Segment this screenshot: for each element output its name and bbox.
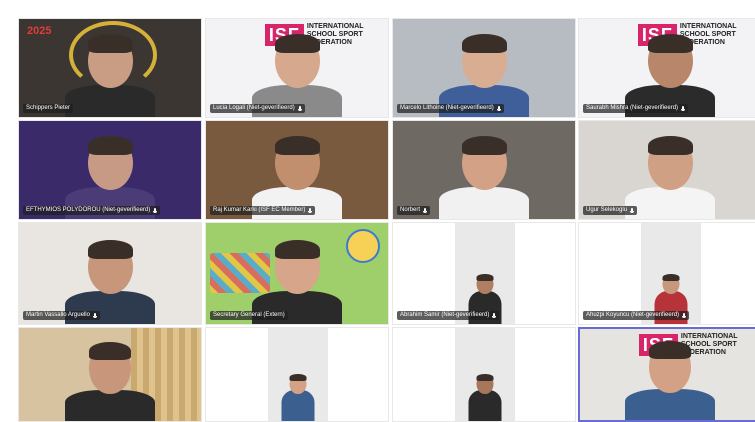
virtual-background-text: 2025 (27, 25, 52, 37)
participant-video (439, 134, 529, 219)
participant-name-label: Schippers Pieter (23, 104, 74, 113)
participant-name-label: Norbert (397, 206, 431, 215)
microphone-icon (308, 207, 313, 214)
participant-tile[interactable]: ISFINTERNATIONALSCHOOL SPORTFEDERATION (578, 327, 755, 422)
participant-tile[interactable]: Ugur Selekoglu (578, 120, 755, 220)
microphone-icon (423, 207, 428, 214)
participant-tile[interactable]: Secretary General (Extern) (205, 222, 389, 325)
participant-video (65, 340, 155, 421)
microphone-icon (496, 105, 501, 112)
participant-name: Marcelo Lithoine (Niet-geverifieerd) (400, 105, 494, 111)
microphone-icon (682, 312, 687, 319)
participant-video (468, 340, 502, 421)
video-grid: 2025 Schippers Pieter ISFINTERNATIONALSCHO… (0, 0, 755, 422)
participant-tile[interactable]: 2025 Schippers Pieter (18, 18, 202, 118)
participant-name: Martin Vassallo Arguello (26, 312, 90, 318)
participant-name-label: Lucia Logali (Niet-geverifieerd) (210, 104, 305, 113)
participant-tile[interactable] (18, 327, 202, 422)
participant-name-label: Martin Vassallo Arguello (23, 311, 100, 320)
participant-video (625, 339, 715, 420)
participant-name-label: Marcelo Lithoine (Niet-geverifieerd) (397, 104, 504, 113)
participant-name-label: Raj Kumar Karki (ISF EC Member) (210, 206, 316, 215)
portrait-video (455, 328, 515, 421)
participant-tile[interactable]: Abrahim Samir (Niet-geverifieerd) (392, 222, 576, 325)
microphone-icon (153, 207, 158, 214)
participant-name: Lucia Logali (Niet-geverifieerd) (213, 105, 295, 111)
participant-video (65, 32, 155, 117)
participant-tile[interactable] (205, 327, 389, 422)
participant-name-label: Secretary General (Extern) (210, 311, 288, 320)
microphone-icon (297, 105, 302, 112)
participant-name-label: Abrahim Samir (Niet-geverifieerd) (397, 311, 500, 320)
participant-tile[interactable] (392, 327, 576, 422)
participant-tile[interactable]: Martin Vassallo Arguello (18, 222, 202, 325)
portrait-video (641, 223, 701, 324)
participant-tile[interactable]: Marcelo Lithoine (Niet-geverifieerd) (392, 18, 576, 118)
participant-name: Saurabh Mishra (Niet-geverifieerd) (586, 105, 679, 111)
participant-name-label: EFTHYMIOS POLYDOROU (Niet-geverifieerd) (23, 206, 161, 215)
participant-name-label: Saurabh Mishra (Niet-geverifieerd) (583, 104, 689, 113)
microphone-icon (492, 312, 497, 319)
microphone-icon (630, 207, 635, 214)
participant-tile[interactable]: Norbert (392, 120, 576, 220)
participant-name: Ugur Selekoglu (586, 207, 628, 213)
participant-name: Abrahim Samir (Niet-geverifieerd) (400, 312, 490, 318)
portrait-video (268, 328, 328, 421)
participant-tile[interactable]: ISFINTERNATIONALSCHOOL SPORTFEDERATIONLu… (205, 18, 389, 118)
participant-name: Raj Kumar Karki (ISF EC Member) (213, 207, 306, 213)
participant-name-label: Ahuzpi Koyuncu (Niet-geverifieerd) (583, 311, 690, 320)
participant-tile[interactable]: ISFINTERNATIONALSCHOOL SPORTFEDERATIONSa… (578, 18, 755, 118)
participant-name: Secretary General (Extern) (213, 312, 285, 318)
participant-tile[interactable]: Raj Kumar Karki (ISF EC Member) (205, 120, 389, 220)
participant-name: EFTHYMIOS POLYDOROU (Niet-geverifieerd) (26, 207, 151, 213)
participant-name: Schippers Pieter (26, 105, 71, 111)
participant-video (281, 340, 315, 421)
participant-tile[interactable]: Ahuzpi Koyuncu (Niet-geverifieerd) (578, 222, 755, 325)
microphone-icon (681, 105, 686, 112)
crest-icon (346, 229, 380, 263)
participant-name-label: Ugur Selekoglu (583, 206, 638, 215)
microphone-icon (92, 312, 97, 319)
participant-video (625, 134, 715, 219)
participant-name: Norbert (400, 207, 421, 213)
portrait-video (455, 223, 515, 324)
participant-name: Ahuzpi Koyuncu (Niet-geverifieerd) (586, 312, 680, 318)
participant-tile[interactable]: EFTHYMIOS POLYDOROU (Niet-geverifieerd) (18, 120, 202, 220)
